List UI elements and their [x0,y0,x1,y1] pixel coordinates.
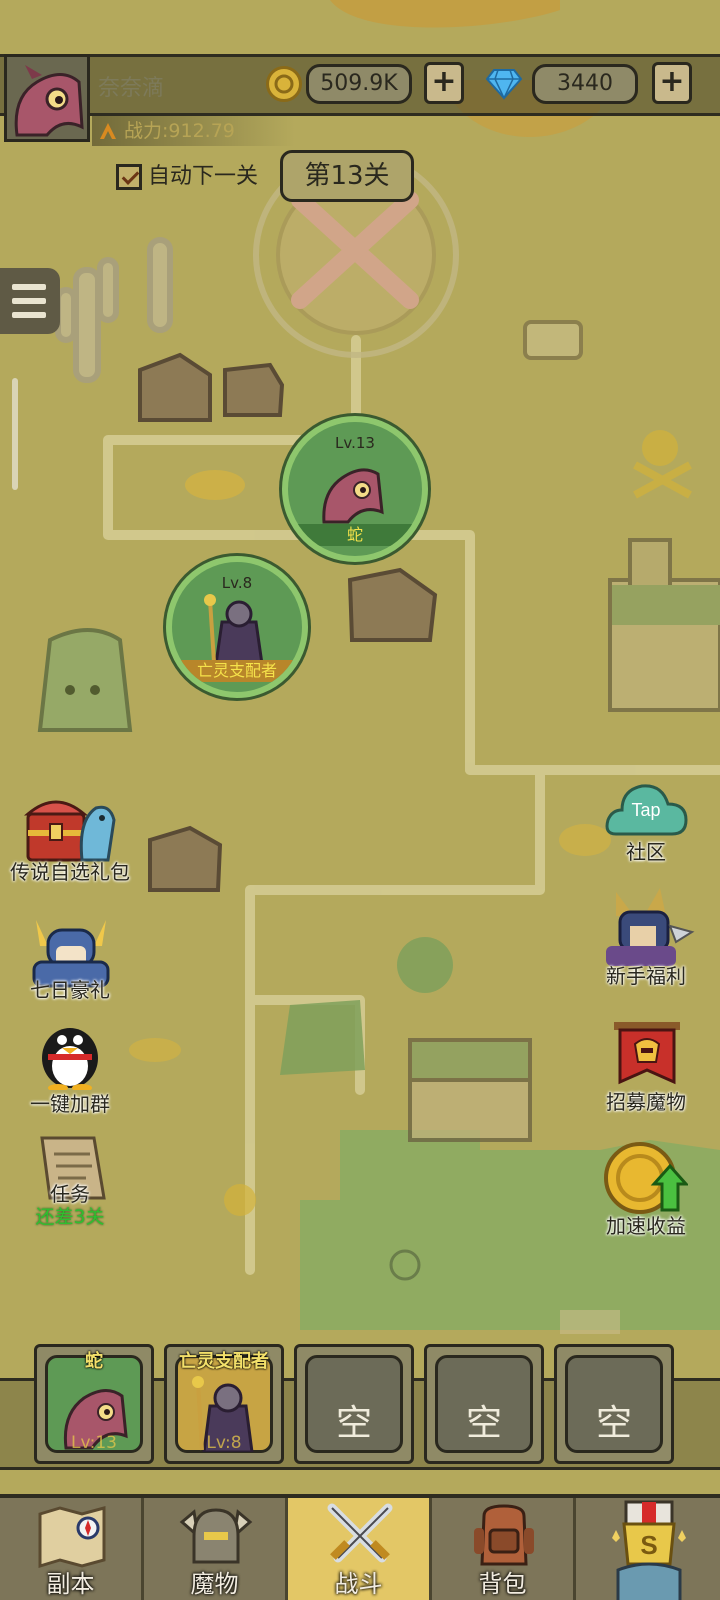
formation-slot-empty[interactable]: 空 [424,1344,544,1464]
tab-monsters[interactable]: 魔物 [144,1498,288,1600]
tab-battle[interactable]: 战斗 [288,1498,432,1600]
rank-trophy-icon: S [612,1500,686,1600]
menu-bar [12,312,46,318]
game-map[interactable]: 奈奈滴 509.9K + 3440 + 战力:912.79 自动下一关 第13关… [0,0,720,1600]
legendary-pack-button[interactable]: 传说自选礼包 [0,790,140,900]
tab-ranking[interactable]: S [576,1498,720,1600]
tab-label: 魔物 [190,1570,239,1598]
recruit-monster-label: 招募魔物 [606,1090,686,1114]
recruit-banner-icon [614,1022,680,1085]
tab-dungeon[interactable]: 副本 [0,1498,144,1600]
coin-amount: 509.9K [306,64,412,104]
diamond-icon [486,69,522,100]
menu-button[interactable] [0,268,60,334]
boost-coin-icon [604,1142,688,1214]
community-button[interactable]: Tap 社区 [576,776,716,866]
menu-bar [12,284,46,290]
tap-cloud-icon: Tap [605,784,688,836]
crossed-swords-icon [327,1503,393,1563]
snake-icon [322,468,384,524]
add-gems-button[interactable]: + [652,62,692,104]
auto-next-label: 自动下一关 [148,164,259,189]
slot-frame: 空 [565,1355,663,1453]
lich-icon [204,594,264,664]
recruit-monster-button[interactable]: 招募魔物 [576,1018,716,1118]
slot-unit-level: Lv:8 [206,1433,242,1453]
formation-slot-empty[interactable]: 空 [554,1344,674,1464]
slot-frame: 空 [435,1355,533,1453]
warrior-icon [606,888,695,966]
speed-up-income-label: 加速收益 [606,1214,686,1238]
coin-icon [266,66,302,102]
backpack-icon [474,1504,534,1566]
unit-level: Lv.8 [221,574,253,592]
bottom-nav: 副本 魔物 战斗 背包 S [0,1494,720,1600]
quest-progress: 还差3关 [35,1206,105,1228]
seven-day-gift-button[interactable]: 七日豪礼 [0,910,140,1020]
newbie-welfare-button[interactable]: 新手福利 [576,886,716,996]
seven-day-gift-label: 七日豪礼 [30,978,110,1002]
helmet-icon [179,1508,253,1564]
speed-up-income-button[interactable]: 加速收益 [576,1140,716,1250]
treasure-chest-icon [23,800,116,862]
add-coins-button[interactable]: + [424,62,464,104]
unit-level: Lv.13 [335,434,375,452]
quest-button[interactable]: 任务 还差3关 [0,1134,140,1234]
map-unit-lich[interactable]: Lv.8 亡灵支配者 [166,556,308,698]
player-name: 奈奈滴 [98,76,165,101]
tap-icon-text: Tap [631,800,660,820]
map-icon [38,1506,106,1568]
legendary-pack-label: 传说自选礼包 [10,860,130,884]
gem-amount: 3440 [532,64,638,104]
tab-label: 副本 [46,1570,95,1598]
formation-slot[interactable]: 蛇 Lv:13 [34,1344,154,1464]
tab-label: 战斗 [334,1570,383,1598]
combat-power: 战力:912.79 [92,116,295,146]
community-label: 社区 [626,840,666,864]
slot-frame: 空 [305,1355,403,1453]
unit-name: 蛇 [288,524,422,546]
scroll-indicator[interactable] [12,378,18,490]
slot-unit-name: 蛇 [85,1351,103,1372]
tab-backpack[interactable]: 背包 [432,1498,576,1600]
auto-next-checkbox[interactable] [116,164,142,190]
slot-unit-level: Lv:13 [71,1433,117,1453]
svg-text:S: S [640,1530,657,1560]
empty-slot-label: 空 [465,1403,502,1444]
slot-unit-name: 亡灵支配者 [179,1351,269,1372]
power-icon [100,123,116,139]
map-unit-snake[interactable]: Lv.13 蛇 [282,416,428,562]
auto-next-toggle[interactable]: 自动下一关 [116,162,258,192]
join-group-label: 一键加群 [30,1092,110,1116]
unit-name: 亡灵支配者 [172,660,302,682]
player-avatar[interactable] [4,54,90,142]
join-group-button[interactable]: 一键加群 [0,1016,140,1116]
tab-label: 背包 [478,1570,527,1598]
snake-avatar-icon [7,57,87,139]
combat-power-label: 战力:912.79 [124,120,235,142]
newbie-welfare-label: 新手福利 [606,964,686,988]
formation-slot-empty[interactable]: 空 [294,1344,414,1464]
stage-level-button[interactable]: 第13关 [280,150,414,202]
empty-slot-label: 空 [595,1403,632,1444]
menu-bar [12,298,46,304]
penguin-icon [42,1028,98,1090]
formation-slot[interactable]: 亡灵支配者 Lv:8 [164,1344,284,1464]
empty-slot-label: 空 [335,1403,372,1444]
